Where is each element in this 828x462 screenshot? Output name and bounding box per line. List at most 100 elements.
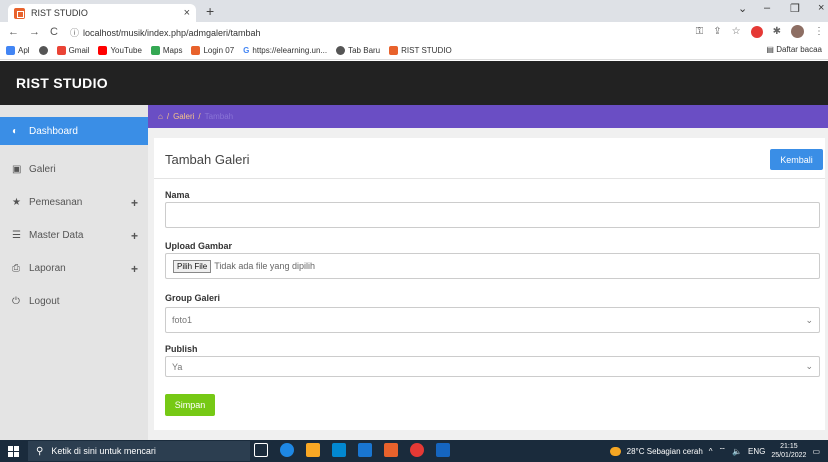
dashboard-icon: ◐ [12,125,19,137]
maps-icon [150,46,160,55]
star-icon: ★ [12,197,21,208]
app-navbar: RIST STUDIO [0,61,828,105]
search-icon: ⚲ [36,445,44,457]
sidebar-item-label: Galeri [29,164,56,175]
google-icon: G [243,46,250,55]
nama-input[interactable] [165,202,820,228]
chrome-icon[interactable] [410,443,424,457]
home-icon[interactable]: ⌂ [158,112,163,121]
publish-select[interactable]: Ya ⌄ [165,356,820,377]
sidebar-item-label: Pemesanan [29,197,83,208]
sidebar-item-pemesanan[interactable]: ★ Pemesanan + [0,186,148,219]
mail-icon[interactable] [358,443,372,457]
expand-plus-icon[interactable]: + [131,262,138,276]
taskbar-search[interactable]: ⚲ Ketik di sini untuk mencari [28,441,250,461]
sidebar-item-label: Master Data [29,230,84,241]
tab-close-icon[interactable]: × [184,7,190,19]
bookmark-label: Apl [18,46,30,55]
back-icon[interactable]: ← [8,26,19,38]
notification-icon[interactable]: ▭ [812,447,820,456]
extensions-puzzle-icon[interactable]: ✱ [773,26,781,37]
sidebar-item-logout[interactable]: ⏻ Logout [0,285,148,318]
weather-text[interactable]: 28°C Sebagian cerah [627,447,703,456]
share-icon[interactable]: ⇪ [713,26,721,37]
power-icon: ⏻ [12,296,20,307]
database-icon: ☰ [12,230,21,241]
windows-start-icon[interactable] [8,445,19,457]
bookmark-label: RIST STUDIO [401,46,452,55]
brand-logo[interactable]: RIST STUDIO [16,75,108,91]
extension-icon[interactable] [750,25,763,38]
sidebar-item-dashboard[interactable]: ◐ Dashboard [0,117,148,145]
bookmark-tab-baru[interactable]: Tab Baru [336,46,380,55]
nama-label: Nama [165,190,190,200]
edge-icon[interactable] [280,443,294,457]
breadcrumb-tambah: Tambah [204,112,234,121]
restore-icon[interactable]: ❐ [790,2,800,15]
bookmark-elearning[interactable]: Ghttps://elearning.un... [243,46,327,55]
sidebar-item-laporan[interactable]: ⎙ Laporan + [0,252,148,285]
tray-chevron-icon[interactable]: ^ [709,447,713,456]
url-field[interactable]: ⓘ localhost/musik/index.php/admgaleri/tam… [70,26,261,39]
volume-icon[interactable]: 🔈 [732,447,742,456]
toolbar-actions: ⚿ ⇪ ☆ ✱ ⋮ [696,25,824,38]
reading-list-label: Daftar bacaa [776,45,822,54]
apps-grid-icon [6,46,15,55]
site-info-icon[interactable]: ⓘ [70,28,79,38]
windows-taskbar: ⚲ Ketik di sini untuk mencari 28°C Sebag… [0,440,828,462]
file-explorer-icon[interactable] [306,443,320,457]
sidebar-item-label: Dashboard [29,125,78,137]
back-button[interactable]: Kembali [770,149,823,170]
bookmark-maps[interactable]: Maps [150,46,183,55]
bookmark-youtube[interactable]: YouTube [98,46,142,55]
bookmark-gmail[interactable]: Gmail [56,46,89,55]
bookmarks-bar: Apl Gmail YouTube Maps Login 07 Ghttps:/… [0,42,828,60]
xampp-icon[interactable] [384,443,398,457]
word-icon[interactable] [436,443,450,457]
sidebar-item-galeri[interactable]: ▣ Galeri [0,153,148,186]
expand-plus-icon[interactable]: + [131,196,138,210]
profile-avatar[interactable] [791,25,804,38]
menu-kebab-icon[interactable]: ⋮ [814,26,824,37]
minimize-icon[interactable]: – [764,2,770,14]
expand-plus-icon[interactable]: + [131,229,138,243]
main-content: Tambah Galeri Kembali Nama Upload Gambar… [148,128,828,440]
store-icon[interactable] [332,443,346,457]
form-panel: Tambah Galeri Kembali Nama Upload Gambar… [154,138,825,430]
network-icon[interactable]: ⌔ [719,446,727,456]
upload-file-input[interactable]: Pilih File Tidak ada file yang dipilih [165,253,820,279]
close-window-icon[interactable]: × [818,2,824,14]
forward-icon[interactable]: → [29,26,40,38]
task-view-icon[interactable] [254,443,268,457]
youtube-icon [98,46,108,55]
language-indicator[interactable]: ENG [748,447,765,456]
breadcrumb-separator: / [166,112,170,121]
sidebar: ◐ Dashboard ▣ Galeri ★ Pemesanan + ☰ Mas… [0,105,148,440]
tab-search-chevron-icon[interactable]: ⌄ [738,2,747,15]
choose-file-button[interactable]: Pilih File [173,259,212,273]
breadcrumb-galeri[interactable]: Galeri [173,112,194,121]
bookmark-star-icon[interactable]: ☆ [732,26,741,37]
key-icon[interactable]: ⚿ [696,26,704,37]
address-bar-row: ← → C ⓘ localhost/musik/index.php/admgale… [0,22,828,42]
browser-tab[interactable]: RIST STUDIO × [8,4,196,22]
clock[interactable]: 21:15 25/01/2022 [771,442,806,460]
divider [154,178,825,179]
bookmark-apps[interactable]: Apl [6,46,30,55]
reading-list[interactable]: ▤ Daftar bacaa [766,45,822,54]
chevron-down-icon: ⌄ [805,314,813,325]
save-button[interactable]: Simpan [165,394,215,416]
taskbar-apps [254,443,450,457]
gmail-icon [56,46,66,55]
new-tab-button[interactable]: + [206,3,214,19]
bookmark-rist[interactable]: RIST STUDIO [389,46,452,55]
sidebar-item-master-data[interactable]: ☰ Master Data + [0,219,148,252]
bookmark-login[interactable]: Login 07 [191,46,234,55]
bookmark-label: Maps [162,46,183,55]
site-favicon-icon [14,7,25,19]
reload-icon[interactable]: C [50,26,58,38]
bookmark-globe[interactable] [38,46,48,55]
group-galeri-select[interactable]: foto1 ⌄ [165,307,820,333]
bookmark-label: Login 07 [203,46,235,55]
publish-label: Publish [165,344,198,354]
